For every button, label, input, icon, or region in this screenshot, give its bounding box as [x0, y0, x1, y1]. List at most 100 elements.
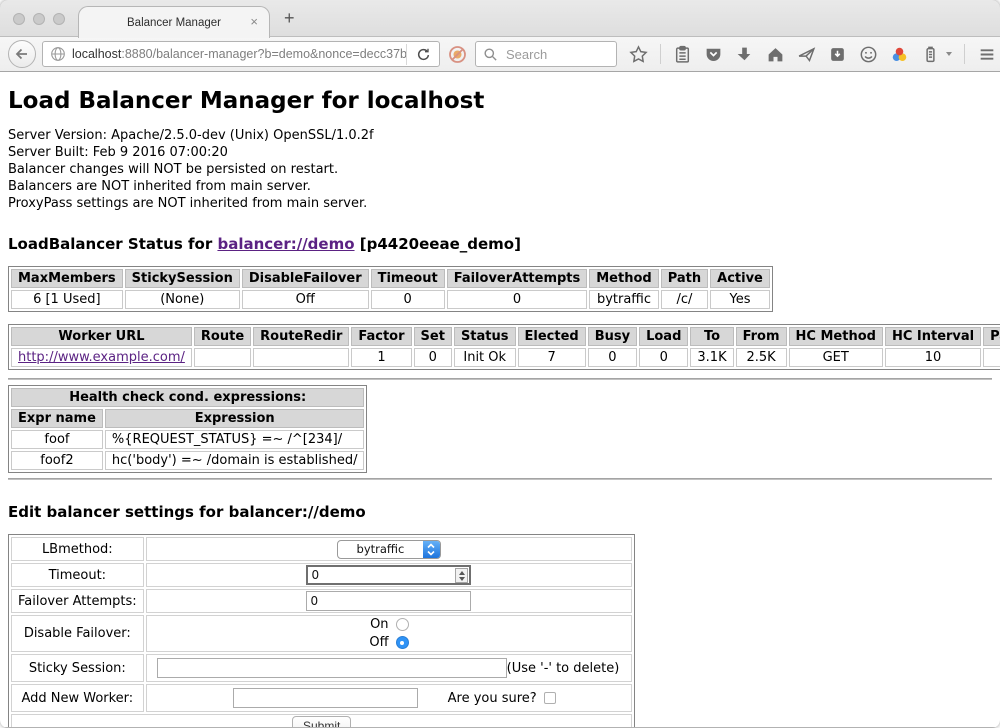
search-input[interactable] [504, 46, 599, 63]
table-cell: 0 [447, 290, 588, 309]
tab-balancer-manager[interactable]: Balancer Manager × [78, 6, 270, 38]
table-cell [253, 348, 349, 367]
menu-hamburger-icon[interactable] [977, 45, 997, 64]
table-cell: 7 [518, 348, 586, 367]
bookmark-star-icon[interactable] [629, 45, 648, 64]
number-spinner-icon[interactable] [455, 568, 468, 583]
tab-title: Balancer Manager [127, 17, 221, 29]
lbmethod-select[interactable]: bytraffic [337, 540, 441, 559]
form-row-submit: Submit [11, 714, 632, 727]
column-header: Elected [518, 327, 586, 346]
column-header: Busy [588, 327, 637, 346]
form-row-lbmethod: LBmethod: bytraffic [11, 537, 632, 561]
reload-button[interactable] [406, 44, 432, 65]
sticky-session-label: Sticky Session: [11, 654, 144, 682]
table-cell: /c/ [661, 290, 708, 309]
sticky-session-input[interactable] [157, 658, 507, 678]
edit-settings-heading: Edit balancer settings for balancer://de… [8, 503, 992, 521]
tab-close-icon[interactable]: × [250, 15, 258, 28]
table-row: foof2 hc('body') =~ /domain is establish… [11, 451, 364, 470]
column-header: Set [414, 327, 452, 346]
column-header: DisableFailover [242, 269, 369, 288]
disable-failover-label: Disable Failover: [11, 615, 144, 652]
section-divider [8, 378, 992, 380]
url-bar[interactable]: localhost:8880/balancer-manager?b=demo&n… [42, 41, 440, 67]
column-header: RouteRedir [253, 327, 349, 346]
failover-attempts-input[interactable] [306, 591, 471, 611]
content-blocked-button[interactable] [448, 45, 467, 64]
table-row: 6 [1 Used] (None) Off 0 0 bytraffic /c/ … [11, 290, 770, 309]
reload-icon [416, 47, 431, 62]
column-header: Worker URL [11, 327, 192, 346]
table-title-row: Health check cond. expressions: [11, 388, 364, 407]
status-heading: LoadBalancer Status for balancer://demo … [8, 235, 992, 253]
navigation-toolbar: localhost:8880/balancer-manager?b=demo&n… [0, 37, 1000, 72]
url-text: localhost:8880/balancer-manager?b=demo&n… [72, 47, 406, 61]
column-header: To [690, 327, 733, 346]
disable-failover-off-radio[interactable] [396, 636, 409, 649]
search-icon [483, 47, 498, 62]
dropdown-caret-icon[interactable] [946, 52, 952, 56]
server-version-line: Server Version: Apache/2.5.0-dev (Unix) … [8, 127, 992, 144]
pocket-icon[interactable] [704, 45, 723, 64]
save-device-icon[interactable] [828, 45, 847, 64]
on-label: On [370, 617, 388, 632]
status-heading-prefix: LoadBalancer Status for [8, 235, 217, 253]
feedback-smiley-icon[interactable] [859, 45, 878, 64]
tab-bar: Balancer Manager × + [0, 0, 1000, 37]
page-title: Load Balancer Manager for localhost [8, 87, 992, 115]
battery-panel-icon[interactable] [921, 45, 940, 64]
colors-extension-icon[interactable] [890, 45, 909, 64]
column-header: Expr name [11, 409, 103, 428]
table-cell: 0 [588, 348, 637, 367]
send-plane-icon[interactable] [797, 45, 816, 64]
worker-status-table: Worker URL Route RouteRedir Factor Set S… [8, 324, 1000, 370]
table-cell: 2.5K [736, 348, 787, 367]
column-header: StickySession [125, 269, 240, 288]
worker-url-link[interactable]: http://www.example.com/ [18, 350, 185, 365]
persist-note-line: Balancer changes will NOT be persisted o… [8, 161, 992, 178]
back-button[interactable] [8, 40, 36, 68]
failover-attempts-label: Failover Attempts: [11, 589, 144, 613]
table-cell: Init Ok [454, 348, 516, 367]
lbmethod-selected-value: bytraffic [338, 542, 423, 556]
browser-window: Balancer Manager × + localhost:8880/bala… [0, 0, 1000, 728]
table-header-row: Expr name Expression [11, 409, 364, 428]
table-row: http://www.example.com/ 1 0 Init Ok 7 0 … [11, 348, 1000, 367]
close-window-button[interactable] [13, 13, 25, 25]
home-icon[interactable] [766, 45, 785, 64]
lbmethod-label: LBmethod: [11, 537, 144, 561]
status-heading-suffix: [p4420eeae_demo] [355, 235, 521, 253]
table-cell: 6 [1 Used] [11, 290, 123, 309]
balancer-demo-link[interactable]: balancer://demo [217, 235, 354, 253]
expr-name-cell: foof2 [11, 451, 103, 470]
downloads-icon[interactable] [735, 45, 754, 64]
zoom-window-button[interactable] [53, 13, 65, 25]
health-table-title: Health check cond. expressions: [11, 388, 364, 407]
inherit-note-line: Balancers are NOT inherited from main se… [8, 178, 992, 195]
timeout-input[interactable] [306, 565, 471, 585]
off-label: Off [369, 635, 388, 650]
table-cell: Off [242, 290, 369, 309]
add-worker-label: Add New Worker: [11, 684, 144, 712]
column-header: HC Interval [885, 327, 981, 346]
table-cell: 1 [351, 348, 411, 367]
column-header: Path [661, 269, 708, 288]
add-worker-input[interactable] [233, 688, 418, 708]
table-cell: 1 (0) [983, 348, 1000, 367]
toolbar-separator [660, 44, 661, 64]
search-bar[interactable] [475, 41, 617, 67]
column-header: Load [639, 327, 688, 346]
table-header-row: MaxMembers StickySession DisableFailover… [11, 269, 770, 288]
server-built-line: Server Built: Feb 9 2016 07:00:20 [8, 144, 992, 161]
table-cell: Yes [710, 290, 770, 309]
disable-failover-on-radio[interactable] [396, 618, 409, 631]
health-check-table: Health check cond. expressions: Expr nam… [8, 385, 367, 473]
form-row-sticky-session: Sticky Session: (Use '-' to delete) [11, 654, 632, 682]
minimize-window-button[interactable] [33, 13, 45, 25]
new-tab-button[interactable]: + [284, 8, 295, 29]
are-you-sure-checkbox[interactable] [544, 692, 556, 704]
clipboard-icon[interactable] [673, 45, 692, 64]
table-cell: 0 [371, 290, 445, 309]
submit-button[interactable]: Submit [292, 716, 351, 727]
